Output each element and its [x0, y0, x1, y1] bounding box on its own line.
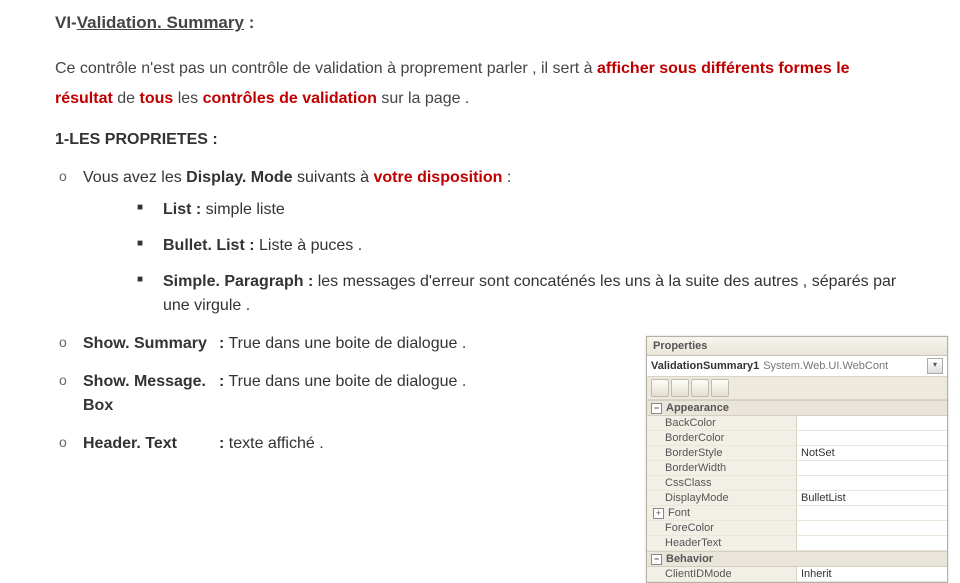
property-value[interactable]: [797, 506, 947, 521]
categorize-button[interactable]: [651, 379, 669, 397]
property-name[interactable]: DisplayMode: [647, 491, 797, 506]
property-name[interactable]: BorderWidth: [647, 461, 797, 476]
collapse-icon[interactable]: −: [651, 554, 662, 565]
list-item: Simple. Paragraph : les messages d'erreu…: [83, 270, 905, 318]
category-behavior[interactable]: − Behavior: [647, 551, 947, 567]
property-value[interactable]: [797, 476, 947, 491]
panel-title: Properties: [647, 337, 947, 356]
sort-button[interactable]: [671, 379, 689, 397]
property-value[interactable]: BulletList: [797, 491, 947, 506]
property-value[interactable]: NotSet: [797, 446, 947, 461]
property-value[interactable]: [797, 461, 947, 476]
list-item: Bullet. List : Liste à puces .: [83, 234, 905, 258]
property-value[interactable]: [797, 431, 947, 446]
property-name[interactable]: ClientIDMode: [647, 567, 797, 582]
properties-panel: Properties ValidationSummary1 System.Web…: [646, 336, 948, 583]
property-name[interactable]: HeaderText: [647, 536, 797, 551]
expand-icon[interactable]: +: [653, 508, 664, 519]
object-selector[interactable]: ValidationSummary1 System.Web.UI.WebCont…: [647, 356, 947, 377]
collapse-icon[interactable]: −: [651, 403, 662, 414]
property-value[interactable]: [797, 536, 947, 551]
property-name[interactable]: BorderStyle: [647, 446, 797, 461]
property-name[interactable]: BorderColor: [647, 431, 797, 446]
section-heading: 1-LES PROPRIETES :: [55, 128, 905, 152]
page-title: VI-Validation. Summary :: [55, 10, 905, 36]
panel-toolbar: [647, 377, 947, 400]
chevron-down-icon[interactable]: ▾: [927, 358, 943, 374]
property-name[interactable]: CssClass: [647, 476, 797, 491]
property-name[interactable]: +Font: [647, 506, 797, 521]
events-button[interactable]: [711, 379, 729, 397]
property-name[interactable]: BackColor: [647, 416, 797, 431]
property-value[interactable]: [797, 416, 947, 431]
category-appearance[interactable]: − Appearance: [647, 400, 947, 416]
property-list: Show. Summary :: True dans une boite de …: [55, 332, 615, 456]
intro-paragraph: Ce contrôle n'est pas un contrôle de val…: [55, 54, 905, 115]
props-button[interactable]: [691, 379, 709, 397]
property-value[interactable]: [797, 521, 947, 536]
property-name[interactable]: ForeColor: [647, 521, 797, 536]
property-value[interactable]: Inherit: [797, 567, 947, 582]
list-item: Vous avez les Display. Mode suivants à v…: [55, 166, 905, 318]
list-item: List : simple liste: [83, 198, 905, 222]
